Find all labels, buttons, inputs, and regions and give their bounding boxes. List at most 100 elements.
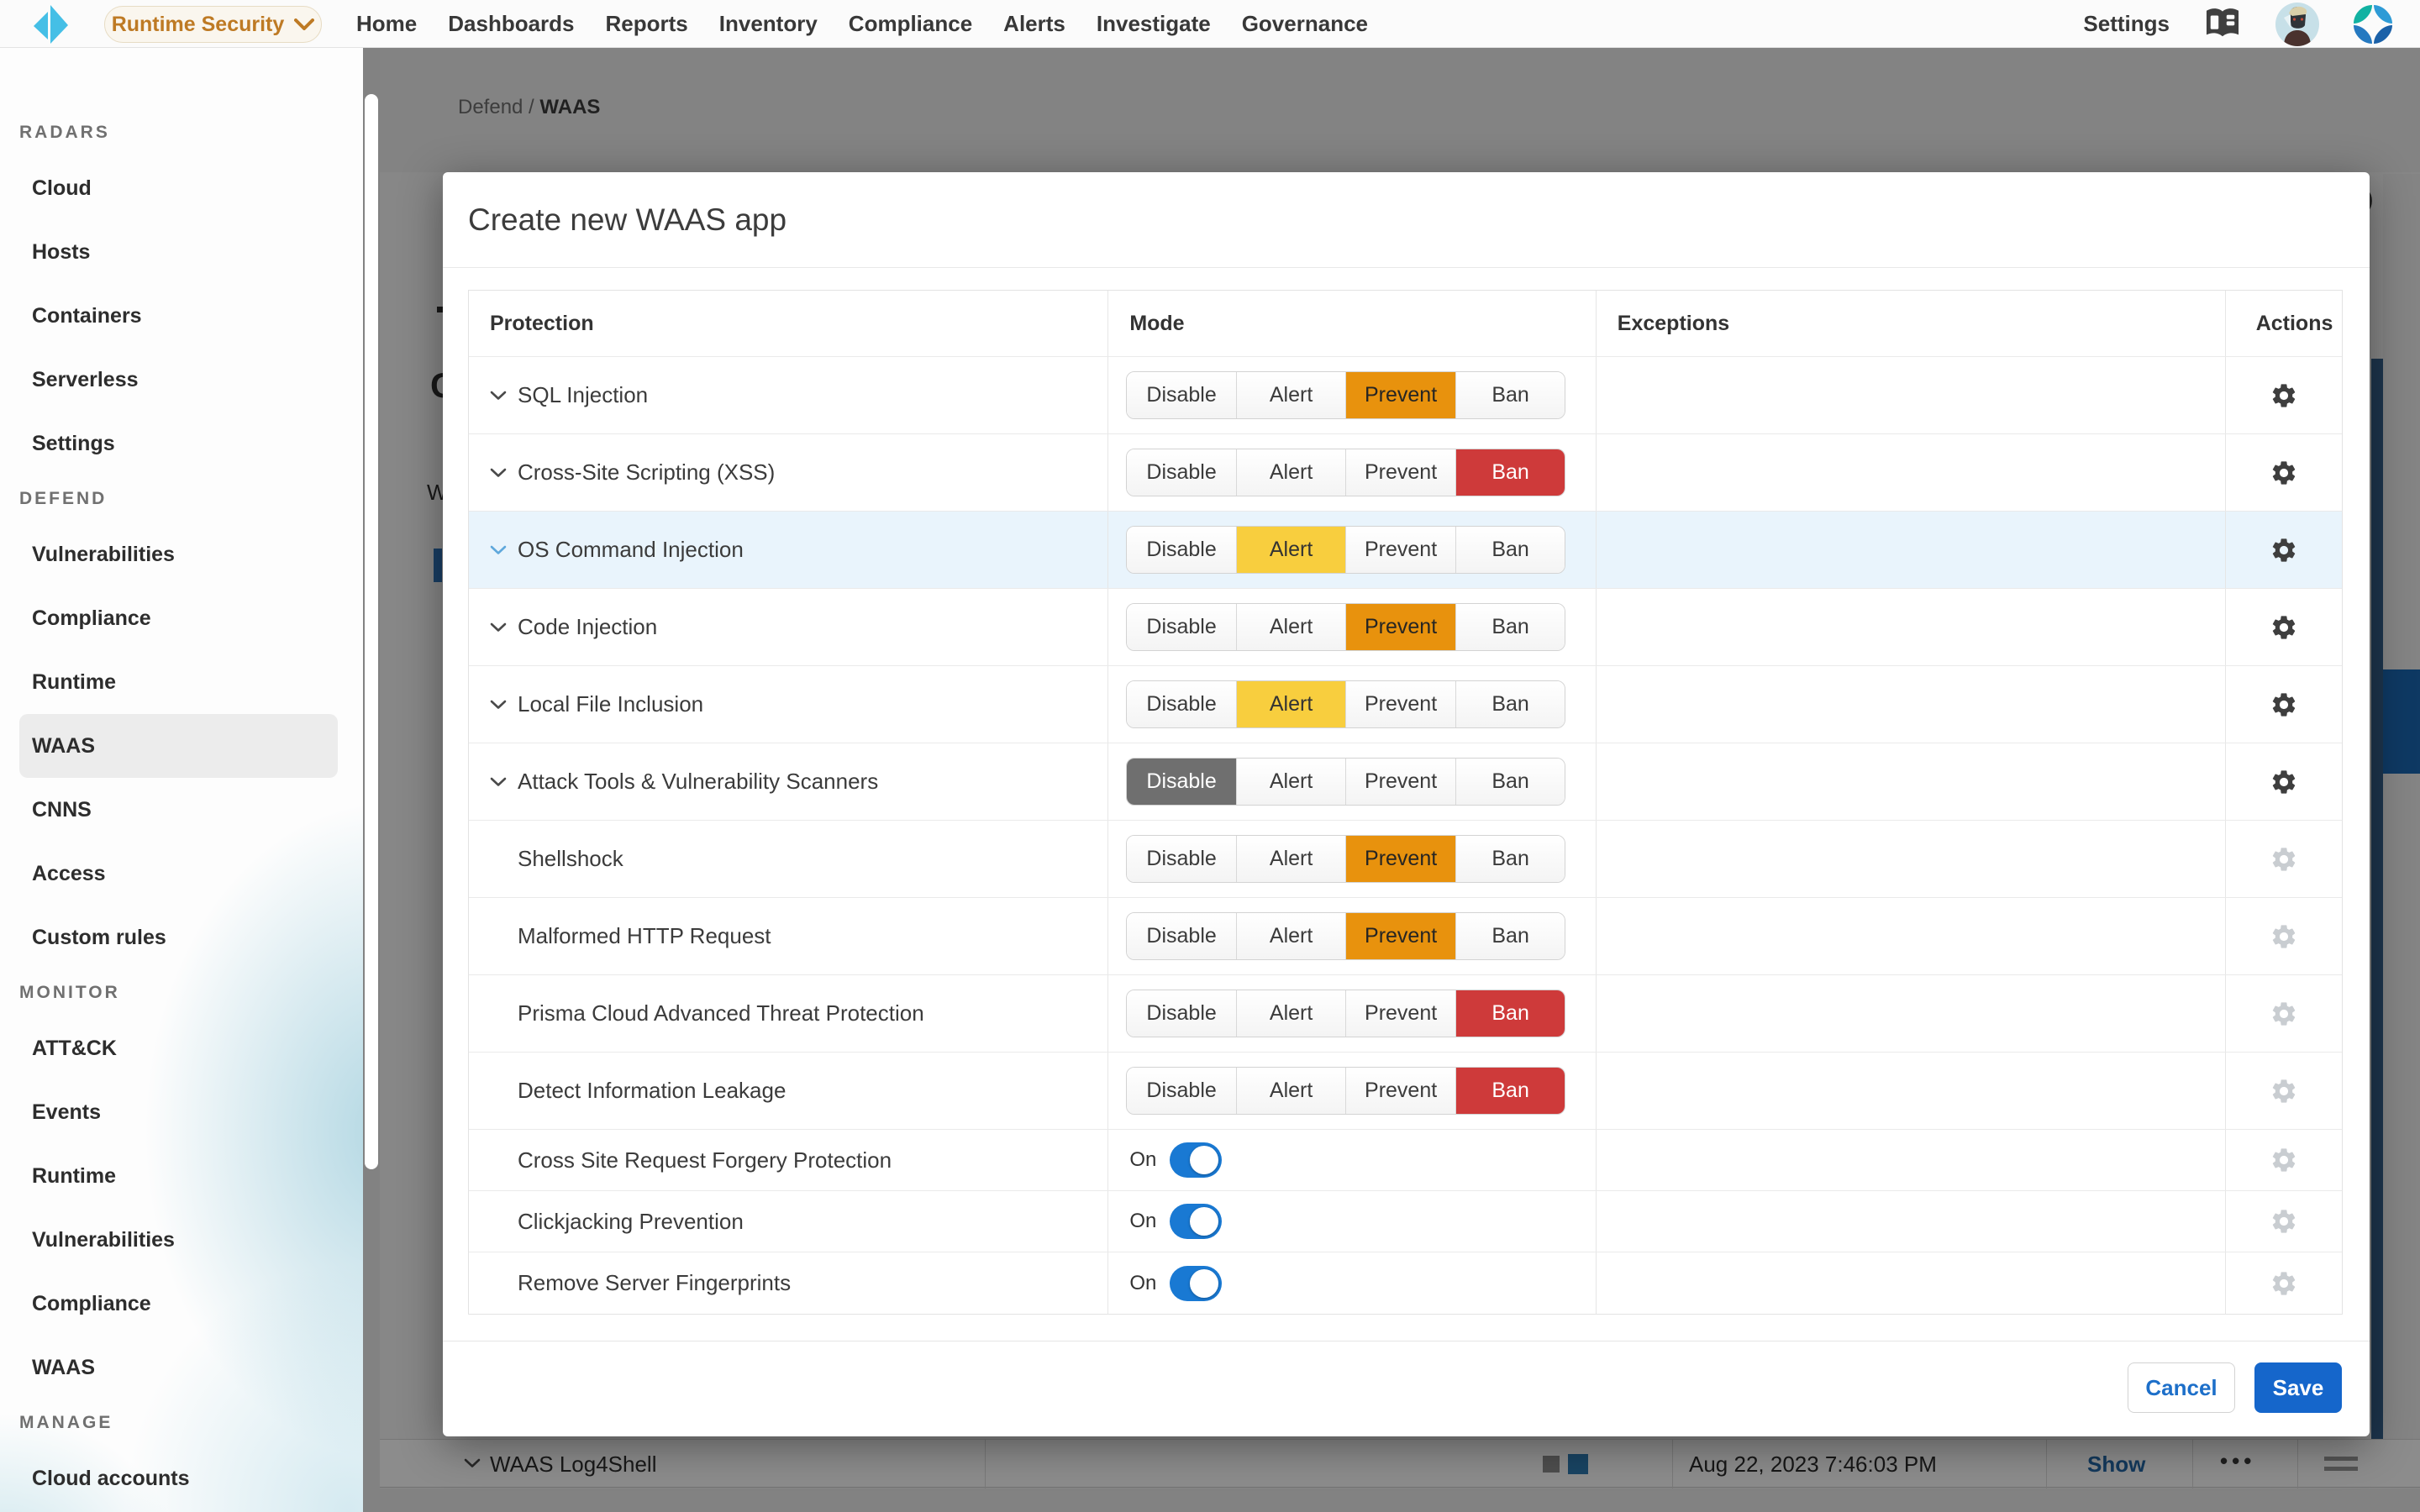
mode-option-ban-selected[interactable]: Ban <box>1456 1068 1565 1114</box>
mode-option-prevent[interactable]: Prevent <box>1346 681 1456 727</box>
sidebar-item-radars-containers[interactable]: Containers <box>19 284 338 348</box>
mode-option-ban[interactable]: Ban <box>1456 759 1565 805</box>
mode-option-ban-selected[interactable]: Ban <box>1456 449 1565 496</box>
expand-chevron-icon[interactable] <box>490 700 518 710</box>
nav-settings-link[interactable]: Settings <box>2083 11 2170 37</box>
expand-chevron-icon[interactable] <box>490 622 518 633</box>
nav-item-compliance[interactable]: Compliance <box>849 11 972 37</box>
sidebar-scrollbar[interactable] <box>363 48 380 1512</box>
nav-item-reports[interactable]: Reports <box>606 11 688 37</box>
protection-label: Shellshock <box>518 846 623 872</box>
mode-option-disable[interactable]: Disable <box>1127 990 1237 1037</box>
save-button[interactable]: Save <box>2254 1362 2342 1413</box>
mode-option-ban[interactable]: Ban <box>1456 527 1565 573</box>
mode-option-alert[interactable]: Alert <box>1237 759 1347 805</box>
sidebar-item-monitor-waas[interactable]: WAAS <box>19 1336 338 1399</box>
expand-chevron-icon[interactable] <box>490 468 518 478</box>
mode-option-alert[interactable]: Alert <box>1237 836 1347 882</box>
sidebar-item-manage-cloud-accounts[interactable]: Cloud accounts <box>19 1446 338 1510</box>
mode-option-prevent-selected[interactable]: Prevent <box>1346 372 1456 418</box>
expand-chevron-icon[interactable] <box>490 545 518 555</box>
nav-item-inventory[interactable]: Inventory <box>719 11 818 37</box>
mode-option-alert[interactable]: Alert <box>1237 372 1347 418</box>
gear-icon[interactable] <box>2267 533 2301 567</box>
sidebar-item-monitor-runtime[interactable]: Runtime <box>19 1144 338 1208</box>
sidebar-item-radars-settings[interactable]: Settings <box>19 412 338 475</box>
mode-option-disable[interactable]: Disable <box>1127 1068 1237 1114</box>
gear-icon[interactable] <box>2267 765 2301 799</box>
mode-option-disable[interactable]: Disable <box>1127 836 1237 882</box>
sidebar-item-monitor-vulnerabilities[interactable]: Vulnerabilities <box>19 1208 338 1272</box>
expand-chevron-icon[interactable] <box>490 391 518 401</box>
mode-cell: DisableAlertPreventBan <box>1108 666 1596 743</box>
product-switcher[interactable]: Runtime Security <box>104 6 322 43</box>
mode-option-alert[interactable]: Alert <box>1237 990 1347 1037</box>
user-avatar[interactable] <box>2275 3 2319 46</box>
gear-icon[interactable] <box>2267 456 2301 490</box>
sidebar-item-defend-waas[interactable]: WAAS <box>19 714 338 778</box>
sidebar-item-monitor-compliance[interactable]: Compliance <box>19 1272 338 1336</box>
gear-icon[interactable] <box>2267 611 2301 644</box>
mode-option-alert[interactable]: Alert <box>1237 449 1347 496</box>
protection-row-remove-server-fingerprints: Remove Server FingerprintsOn <box>469 1252 2342 1314</box>
mode-option-prevent[interactable]: Prevent <box>1346 990 1456 1037</box>
mode-option-alert-selected[interactable]: Alert <box>1237 527 1347 573</box>
exceptions-cell <box>1597 821 2226 897</box>
sidebar-item-defend-cnns[interactable]: CNNS <box>19 778 338 842</box>
sidebar-scrollbar-thumb[interactable] <box>365 94 378 1169</box>
cancel-button[interactable]: Cancel <box>2128 1362 2235 1413</box>
mode-option-ban-selected[interactable]: Ban <box>1456 990 1565 1037</box>
sidebar-item-defend-custom-rules[interactable]: Custom rules <box>19 906 338 969</box>
gear-icon-disabled <box>2267 843 2301 876</box>
mode-option-prevent[interactable]: Prevent <box>1346 527 1456 573</box>
runtime-security-logo-icon[interactable] <box>31 4 70 45</box>
mode-option-prevent[interactable]: Prevent <box>1346 759 1456 805</box>
toggle-switch-on[interactable] <box>1170 1204 1222 1239</box>
sidebar-item-monitor-events[interactable]: Events <box>19 1080 338 1144</box>
mode-option-disable[interactable]: Disable <box>1127 913 1237 959</box>
mode-option-ban[interactable]: Ban <box>1456 681 1565 727</box>
mode-option-alert[interactable]: Alert <box>1237 913 1347 959</box>
nav-item-dashboards[interactable]: Dashboards <box>448 11 574 37</box>
toggle-switch-on[interactable] <box>1170 1266 1222 1301</box>
mode-option-alert[interactable]: Alert <box>1237 604 1347 650</box>
mode-option-disable[interactable]: Disable <box>1127 527 1237 573</box>
mode-option-prevent[interactable]: Prevent <box>1346 449 1456 496</box>
mode-option-prevent-selected[interactable]: Prevent <box>1346 604 1456 650</box>
mode-option-alert[interactable]: Alert <box>1237 1068 1347 1114</box>
mode-option-disable[interactable]: Disable <box>1127 604 1237 650</box>
protection-row-os-command-injection: OS Command Injection DisableAlertPreventB… <box>469 512 2342 589</box>
protection-cell: OS Command Injection <box>469 512 1108 588</box>
expand-chevron-icon[interactable] <box>490 777 518 787</box>
sidebar-item-defend-runtime[interactable]: Runtime <box>19 650 338 714</box>
mode-option-prevent[interactable]: Prevent <box>1346 1068 1456 1114</box>
nav-item-governance[interactable]: Governance <box>1242 11 1368 37</box>
mode-option-prevent-selected[interactable]: Prevent <box>1346 836 1456 882</box>
sidebar-item-radars-serverless[interactable]: Serverless <box>19 348 338 412</box>
mode-option-disable[interactable]: Disable <box>1127 449 1237 496</box>
mode-option-ban[interactable]: Ban <box>1456 836 1565 882</box>
prisma-cloud-logo-icon[interactable] <box>2353 4 2393 45</box>
mode-option-disable[interactable]: Disable <box>1127 681 1237 727</box>
toggle-switch-on[interactable] <box>1170 1142 1222 1178</box>
gear-icon[interactable] <box>2267 379 2301 412</box>
mode-option-disable-selected[interactable]: Disable <box>1127 759 1237 805</box>
mode-option-alert-selected[interactable]: Alert <box>1237 681 1347 727</box>
mode-option-prevent-selected[interactable]: Prevent <box>1346 913 1456 959</box>
gear-icon[interactable] <box>2267 688 2301 722</box>
nav-item-investigate[interactable]: Investigate <box>1097 11 1211 37</box>
nav-item-home[interactable]: Home <box>356 11 417 37</box>
docs-book-icon[interactable] <box>2203 8 2242 41</box>
mode-option-ban[interactable]: Ban <box>1456 604 1565 650</box>
sidebar-item-defend-vulnerabilities[interactable]: Vulnerabilities <box>19 522 338 586</box>
sidebar-item-radars-hosts[interactable]: Hosts <box>19 220 338 284</box>
sidebar-item-defend-access[interactable]: Access <box>19 842 338 906</box>
mode-option-disable[interactable]: Disable <box>1127 372 1237 418</box>
nav-item-alerts[interactable]: Alerts <box>1003 11 1065 37</box>
mode-option-ban[interactable]: Ban <box>1456 913 1565 959</box>
sidebar-item-radars-cloud[interactable]: Cloud <box>19 156 338 220</box>
mode-option-ban[interactable]: Ban <box>1456 372 1565 418</box>
sidebar-item-monitor-att-ck[interactable]: ATT&CK <box>19 1016 338 1080</box>
toggle-state-label: On <box>1129 1210 1156 1233</box>
sidebar-item-defend-compliance[interactable]: Compliance <box>19 586 338 650</box>
